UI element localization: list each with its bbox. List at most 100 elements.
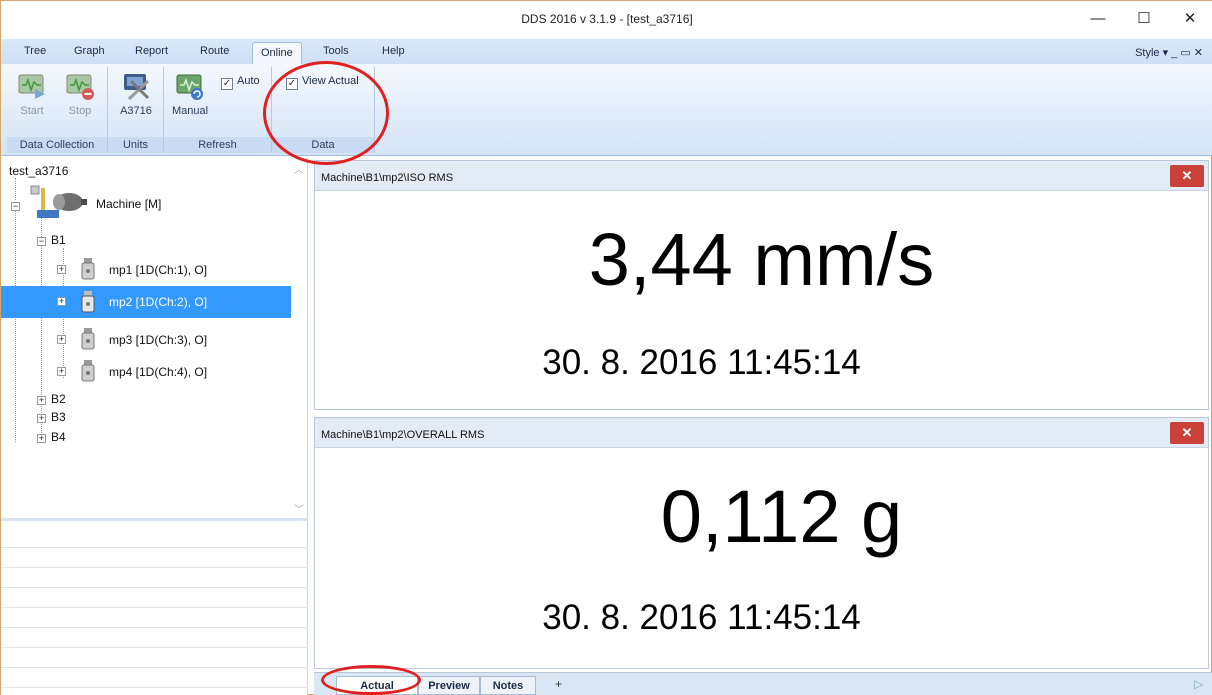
bottom-tab-bar: Actual Preview Notes + ▷ (314, 672, 1212, 695)
group-label-data-collection: Data Collection (7, 137, 107, 153)
tree-root-label[interactable]: test_a3716 (9, 164, 68, 178)
grid-line (1, 587, 308, 588)
tab-scroll-right-icon[interactable]: ▷ (1194, 677, 1203, 691)
panel-path-overall: Machine\B1\mp2\OVERALL RMS (321, 429, 485, 441)
start-label: Start (20, 105, 44, 117)
minimize-button[interactable]: — (1075, 1, 1121, 37)
auto-checkbox-label: Auto (237, 75, 260, 87)
tree-label-b3: B3 (51, 410, 66, 424)
collapse-b1-toggle[interactable]: − (37, 237, 46, 246)
properties-pane (1, 518, 308, 695)
tab-help[interactable]: Help (382, 45, 405, 57)
sensor-icon (81, 360, 95, 382)
iso-rms-value: 3,44 mm/s (588, 218, 935, 301)
expand-b3-toggle[interactable]: + (37, 414, 46, 423)
close-panel-iso-button[interactable]: ✕ (1170, 165, 1204, 187)
grid-line (1, 687, 308, 688)
tree-label-mp1: mp1 [1D(Ch:1), O] (109, 263, 208, 277)
panel-header-iso: Machine\B1\mp2\ISO RMS ✕ (315, 161, 1208, 191)
expand-b2-toggle[interactable]: + (37, 396, 46, 405)
add-tab-button[interactable]: + (555, 677, 562, 691)
start-button[interactable]: Start (11, 71, 53, 117)
stop-icon (66, 74, 94, 100)
stop-button[interactable]: Stop (59, 71, 101, 117)
tree-node-mp3[interactable]: + mp3 [1D(Ch:3), O] (1, 328, 291, 350)
expand-mp2-toggle[interactable]: + (57, 297, 66, 306)
expand-mp1-toggle[interactable]: + (57, 265, 66, 274)
panel-overall-rms: Machine\B1\mp2\OVERALL RMS ✕ 0,112 g 30.… (314, 417, 1209, 669)
tree-node-b2[interactable]: + B2 (1, 391, 301, 411)
measurement-tree: test_a3716 − Machine [M] − B1 + mp1 [1D(… (1, 158, 308, 518)
tree-node-mp1[interactable]: + mp1 [1D(Ch:1), O] (1, 258, 291, 280)
sensor-icon (81, 328, 95, 350)
auto-checkbox-box[interactable]: ✓ (221, 78, 233, 90)
iso-rms-timestamp: 30. 8. 2016 11:45:14 (542, 343, 861, 382)
tab-actual[interactable]: Actual (336, 676, 418, 695)
overall-rms-value: 0,112 g (660, 475, 903, 558)
tree-node-mp2-selected[interactable]: + mp2 [1D(Ch:2), O] (1, 286, 291, 318)
group-units: A3716 Units (108, 67, 164, 153)
tab-route[interactable]: Route (200, 45, 229, 57)
close-panel-overall-button[interactable]: ✕ (1170, 422, 1204, 444)
grid-line (1, 547, 308, 548)
panel-path-iso: Machine\B1\mp2\ISO RMS (321, 172, 454, 184)
tree-label-machine: Machine [M] (96, 197, 162, 211)
tab-report[interactable]: Report (135, 45, 168, 57)
tree-scroll-up-button[interactable]: ︿ (294, 161, 304, 176)
tab-preview[interactable]: Preview (418, 676, 480, 695)
auto-checkbox[interactable]: ✓ Auto (221, 75, 260, 90)
device-tools-icon (124, 74, 150, 101)
grid-line (1, 627, 308, 628)
view-actual-checkbox-box[interactable]: ✓ (286, 78, 298, 90)
tab-tools[interactable]: Tools (323, 45, 349, 57)
stop-label: Stop (68, 105, 92, 117)
app-window: DDS 2016 v 3.1.9 - [test_a3716] — ☐ ✕ Tr… (0, 0, 1212, 695)
group-label-refresh: Refresh (164, 137, 271, 153)
view-actual-checkbox[interactable]: ✓ View Actual (286, 75, 359, 90)
maximize-button[interactable]: ☐ (1121, 1, 1167, 37)
tree-label-b2: B2 (51, 392, 66, 406)
tree-scroll-down-button[interactable]: ﹀ (294, 501, 304, 516)
tree-node-mp4[interactable]: + mp4 [1D(Ch:4), O] (1, 360, 291, 382)
tab-graph[interactable]: Graph (74, 45, 105, 57)
expand-b4-toggle[interactable]: + (37, 434, 46, 443)
manual-button[interactable]: Manual (169, 71, 211, 117)
manual-label: Manual (171, 105, 209, 117)
start-icon (18, 74, 45, 99)
tab-notes[interactable]: Notes (480, 676, 536, 695)
machine-icon (30, 185, 87, 218)
sensor-icon (81, 258, 95, 280)
group-data: ✓ View Actual Data (272, 67, 375, 153)
tree-node-machine[interactable]: − Machine [M] (1, 185, 301, 218)
a3716-label: A3716 (120, 105, 152, 117)
tree-label-b1: B1 (51, 233, 66, 247)
overall-rms-timestamp: 30. 8. 2016 11:45:14 (542, 598, 861, 637)
manual-refresh-icon (176, 74, 203, 100)
style-menu[interactable]: Style ▾ _ ▭ ✕ (1135, 46, 1203, 59)
expand-mp3-toggle[interactable]: + (57, 335, 66, 344)
grid-line (1, 567, 308, 568)
collapse-machine-toggle[interactable]: − (11, 202, 20, 211)
tree-label-mp4: mp4 [1D(Ch:4), O] (109, 365, 208, 379)
tree-node-b1[interactable]: − B1 (1, 232, 301, 252)
grid-line (1, 667, 308, 668)
a3716-button[interactable]: A3716 (115, 71, 157, 117)
close-button[interactable]: ✕ (1167, 1, 1212, 37)
panel-header-overall: Machine\B1\mp2\OVERALL RMS ✕ (315, 418, 1208, 448)
tab-online[interactable]: Online (252, 42, 302, 66)
tab-tree[interactable]: Tree (24, 45, 46, 57)
ribbon-panel: Start Stop Data Collection A3716 Units M… (1, 64, 1212, 156)
panel-iso-rms: Machine\B1\mp2\ISO RMS ✕ 3,44 mm/s 30. 8… (314, 160, 1209, 410)
tree-label-mp2: mp2 [1D(Ch:2), O] (109, 295, 208, 309)
window-title: DDS 2016 v 3.1.9 - [test_a3716] (521, 12, 693, 26)
expand-mp4-toggle[interactable]: + (57, 367, 66, 376)
group-data-collection: Start Stop Data Collection (7, 67, 108, 153)
ribbon-tab-bar: Tree Graph Report Route Online Tools Hel… (1, 39, 1212, 66)
title-bar: DDS 2016 v 3.1.9 - [test_a3716] — ☐ ✕ (1, 1, 1212, 39)
tree-node-b4[interactable]: + B4 (1, 429, 301, 449)
tree-node-b3[interactable]: + B3 (1, 409, 301, 429)
group-label-data: Data (272, 137, 374, 153)
tree-label-b4: B4 (51, 430, 66, 444)
group-label-units: Units (108, 137, 163, 153)
view-actual-label: View Actual (302, 75, 359, 87)
